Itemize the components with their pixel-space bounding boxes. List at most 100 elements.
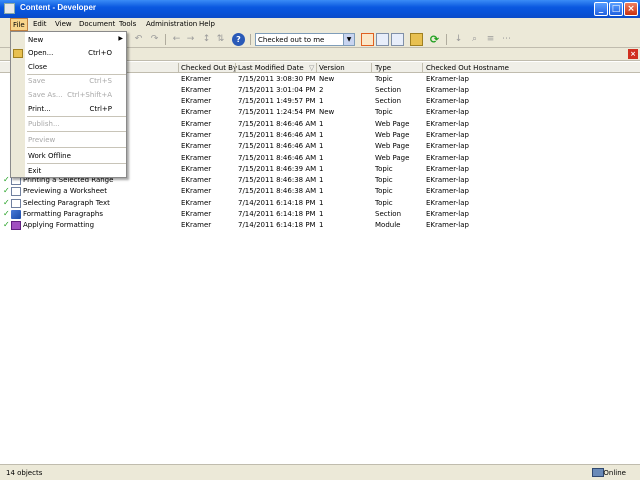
- cell-date: 7/14/2011 6:14:18 PM: [238, 210, 316, 218]
- menu-document[interactable]: Document: [79, 20, 115, 28]
- menu-item-exit[interactable]: Exit: [27, 165, 126, 176]
- cell-by: EKramer: [181, 86, 212, 94]
- properties-icon[interactable]: ≡: [484, 33, 497, 46]
- table-row[interactable]: ✓ Previewing a Worksheet EKramer 7/15/20…: [0, 186, 640, 197]
- col-last-modified[interactable]: Last Modified Date: [238, 64, 304, 72]
- outdent-icon[interactable]: ←: [170, 33, 183, 46]
- menu-item-save-as[interactable]: Save As... Ctrl+Shift+A: [27, 89, 126, 100]
- cell-type: Topic: [375, 108, 393, 116]
- menu-separator: [27, 116, 126, 117]
- options-icon[interactable]: ⋯: [500, 33, 513, 46]
- table-row[interactable]: ✓ Selecting Paragraph Text EKramer 7/14/…: [0, 198, 640, 209]
- cell-host: EKramer-lap: [426, 75, 469, 83]
- menu-administration[interactable]: Administration: [146, 20, 197, 28]
- app-icon: [4, 3, 15, 14]
- close-window-button[interactable]: ×: [624, 2, 638, 16]
- topic-icon: [11, 187, 21, 196]
- menu-tools[interactable]: Tools: [119, 20, 136, 28]
- cell-host: EKramer-lap: [426, 131, 469, 139]
- indent-icon[interactable]: →: [184, 33, 197, 46]
- cell-date: 7/15/2011 8:46:46 AM: [238, 154, 317, 162]
- cell-type: Web Page: [375, 142, 410, 150]
- cell-version: 1: [319, 165, 324, 173]
- cell-host: EKramer-lap: [426, 142, 469, 150]
- view-filter-value: Checked out to me: [258, 36, 325, 44]
- cell-by: EKramer: [181, 176, 212, 184]
- cell-name: Previewing a Worksheet: [23, 187, 107, 195]
- cell-by: EKramer: [181, 142, 212, 150]
- table-row[interactable]: ✓ Applying Formatting EKramer 7/14/2011 …: [0, 220, 640, 231]
- sort-icon[interactable]: ↕: [200, 33, 213, 46]
- cell-type: Web Page: [375, 131, 410, 139]
- cell-version: 1: [319, 199, 324, 207]
- cell-version: 1: [319, 154, 324, 162]
- cell-type: Web Page: [375, 120, 410, 128]
- split-view-icon[interactable]: [391, 33, 404, 46]
- table-row[interactable]: ✓ Formatting Paragraphs EKramer 7/14/201…: [0, 209, 640, 220]
- checked-out-icon: ✓: [3, 198, 10, 207]
- cell-type: Section: [375, 210, 402, 218]
- title-bar: Content - Developer _ □ ×: [0, 0, 640, 18]
- menu-item-open[interactable]: Open... Ctrl+O: [27, 47, 126, 58]
- cell-by: EKramer: [181, 97, 212, 105]
- cell-host: EKramer-lap: [426, 154, 469, 162]
- toolbar-separator: [446, 34, 447, 45]
- redo-icon[interactable]: ↷: [148, 33, 161, 46]
- menu-item-print[interactable]: Print... Ctrl+P: [27, 103, 126, 114]
- cell-host: EKramer-lap: [426, 221, 469, 229]
- cell-date: 7/14/2011 6:14:18 PM: [238, 199, 316, 207]
- checked-out-icon: ✓: [3, 186, 10, 195]
- section-icon: [11, 210, 21, 219]
- cell-date: 7/15/2011 3:01:04 PM: [238, 86, 316, 94]
- undo-icon[interactable]: ↶: [132, 33, 145, 46]
- cell-host: EKramer-lap: [426, 165, 469, 173]
- col-checked-out-hostname[interactable]: Checked Out Hostname: [426, 64, 509, 72]
- module-icon: [11, 221, 21, 230]
- checked-out-icon: ✓: [3, 209, 10, 218]
- cell-version: New: [319, 108, 335, 116]
- menu-item-new[interactable]: New ▶: [27, 34, 126, 45]
- menu-help[interactable]: Help: [199, 20, 215, 28]
- folder-icon[interactable]: [410, 33, 423, 46]
- menu-item-work-offline[interactable]: Work Offline: [27, 150, 126, 161]
- col-type[interactable]: Type: [375, 64, 391, 72]
- maximize-button[interactable]: □: [609, 2, 623, 16]
- cell-name: Formatting Paragraphs: [23, 210, 103, 218]
- refresh-icon[interactable]: ⟳: [428, 33, 441, 46]
- minimize-button[interactable]: _: [594, 2, 608, 16]
- details-view-icon[interactable]: [361, 33, 374, 46]
- cell-version: 1: [319, 142, 324, 150]
- view-filter-select[interactable]: Checked out to me ▼: [255, 33, 355, 46]
- menu-item-close[interactable]: Close: [27, 61, 126, 72]
- menu-view[interactable]: View: [55, 20, 72, 28]
- cell-by: EKramer: [181, 210, 212, 218]
- cell-version: 1: [319, 210, 324, 218]
- menu-item-preview[interactable]: Preview: [27, 134, 126, 145]
- online-status: Online: [603, 469, 626, 477]
- cell-by: EKramer: [181, 221, 212, 229]
- cell-by: EKramer: [181, 187, 212, 195]
- col-version[interactable]: Version: [319, 64, 345, 72]
- cell-host: EKramer-lap: [426, 176, 469, 184]
- menu-separator: [27, 147, 126, 148]
- open-folder-icon: [13, 49, 23, 58]
- cell-version: New: [319, 75, 335, 83]
- cell-version: 2: [319, 86, 324, 94]
- list-view-icon[interactable]: [376, 33, 389, 46]
- checkin-icon[interactable]: ↓: [452, 33, 465, 46]
- chevron-down-icon[interactable]: ▼: [343, 34, 354, 45]
- menu-item-save[interactable]: Save Ctrl+S: [27, 75, 126, 86]
- menu-bar: File Edit View Document Tools Administra…: [0, 18, 640, 31]
- menu-file[interactable]: File: [10, 18, 28, 31]
- close-pane-icon[interactable]: ×: [628, 49, 638, 59]
- column-separator: [178, 63, 179, 72]
- menu-edit[interactable]: Edit: [33, 20, 47, 28]
- cell-host: EKramer-lap: [426, 86, 469, 94]
- find-icon[interactable]: ⌕: [468, 33, 481, 46]
- help-icon[interactable]: ?: [232, 33, 245, 46]
- col-checked-out-by[interactable]: Checked Out By: [181, 64, 237, 72]
- menu-item-publish[interactable]: Publish...: [27, 118, 126, 129]
- cell-type: Topic: [375, 199, 393, 207]
- cell-type: Topic: [375, 165, 393, 173]
- move-icon[interactable]: ⇅: [214, 33, 227, 46]
